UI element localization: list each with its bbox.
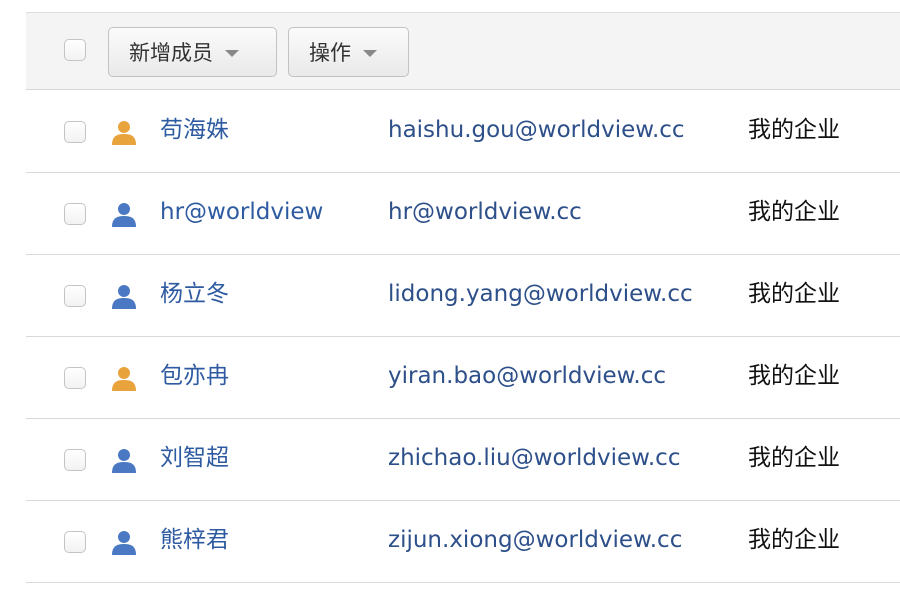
member-name[interactable]: 刘智超 xyxy=(160,441,229,475)
row-checkbox[interactable] xyxy=(64,285,86,307)
member-email[interactable]: zhichao.liu@worldview.cc xyxy=(388,441,680,475)
toolbar: 新增成员 操作 xyxy=(26,12,900,90)
table-row: 刘智超 zhichao.liu@worldview.cc 我的企业 xyxy=(26,419,900,501)
member-email[interactable]: yiran.bao@worldview.cc xyxy=(388,359,666,393)
member-email[interactable]: lidong.yang@worldview.cc xyxy=(388,277,693,311)
row-checkbox[interactable] xyxy=(64,121,86,143)
member-name[interactable]: hr@worldview xyxy=(160,195,323,229)
member-org: 我的企业 xyxy=(748,199,840,225)
row-checkbox[interactable] xyxy=(64,449,86,471)
row-checkbox[interactable] xyxy=(64,531,86,553)
member-org: 我的企业 xyxy=(748,363,840,389)
member-name[interactable]: 苟海姝 xyxy=(160,113,229,147)
member-email[interactable]: hr@worldview.cc xyxy=(388,195,582,229)
row-checkbox[interactable] xyxy=(64,203,86,225)
user-icon xyxy=(112,203,136,227)
member-name[interactable]: 杨立冬 xyxy=(160,277,229,311)
user-icon xyxy=(112,531,136,555)
chevron-down-icon xyxy=(363,50,377,57)
select-all-checkbox[interactable] xyxy=(64,39,86,61)
table-row: 熊梓君 zijun.xiong@worldview.cc 我的企业 xyxy=(26,501,900,583)
table-row: 杨立冬 lidong.yang@worldview.cc 我的企业 xyxy=(26,255,900,337)
member-email[interactable]: haishu.gou@worldview.cc xyxy=(388,113,685,147)
chevron-down-icon xyxy=(225,50,239,57)
member-name[interactable]: 包亦冉 xyxy=(160,359,229,393)
add-member-label: 新增成员 xyxy=(129,41,213,65)
actions-label: 操作 xyxy=(309,41,351,65)
row-checkbox[interactable] xyxy=(64,367,86,389)
member-name[interactable]: 熊梓君 xyxy=(160,523,229,557)
user-icon xyxy=(112,121,136,145)
member-org: 我的企业 xyxy=(748,281,840,307)
member-org: 我的企业 xyxy=(748,527,840,553)
table-row: 包亦冉 yiran.bao@worldview.cc 我的企业 xyxy=(26,337,900,419)
user-icon xyxy=(112,449,136,473)
add-member-button[interactable]: 新增成员 xyxy=(108,27,277,77)
table-row: hr@worldview hr@worldview.cc 我的企业 xyxy=(26,173,900,255)
member-email[interactable]: zijun.xiong@worldview.cc xyxy=(388,523,682,557)
table-row: 苟海姝 haishu.gou@worldview.cc 我的企业 xyxy=(26,91,900,173)
actions-button[interactable]: 操作 xyxy=(288,27,409,77)
user-icon xyxy=(112,285,136,309)
member-org: 我的企业 xyxy=(748,117,840,143)
user-icon xyxy=(112,367,136,391)
member-org: 我的企业 xyxy=(748,445,840,471)
